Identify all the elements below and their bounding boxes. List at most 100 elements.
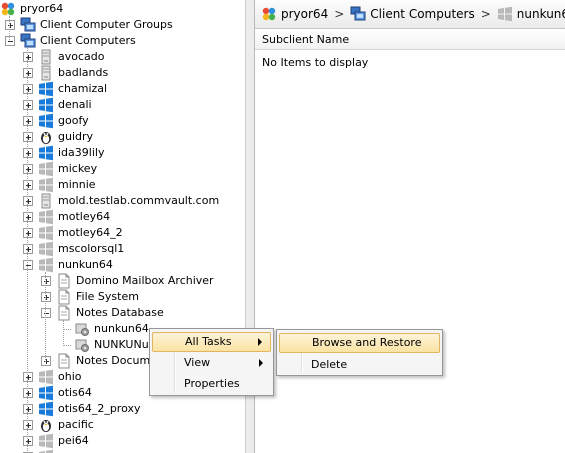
expand-icon[interactable] [23, 388, 33, 398]
tree-item-label: nunkun64 [94, 322, 149, 335]
collapse-icon[interactable] [5, 36, 15, 46]
expand-icon[interactable] [23, 420, 33, 430]
instance-icon [74, 321, 90, 337]
windows-icon [38, 113, 54, 129]
column-header-subclient-name[interactable]: Subclient Name [255, 29, 565, 50]
tree-item[interactable]: otis64_2_proxy [0, 401, 245, 417]
expand-icon[interactable] [23, 68, 33, 78]
menu-item-browse-and-restore[interactable]: Browse and Restore [279, 333, 440, 353]
expand-icon[interactable] [23, 148, 33, 158]
all-tasks-submenu: Browse and Restore Delete [276, 329, 443, 376]
menu-item-properties[interactable]: Properties [152, 374, 271, 394]
breadcrumb-separator: > [334, 7, 345, 21]
tree-item-label: mickey [58, 162, 98, 175]
computer-group-icon [20, 17, 36, 33]
expand-icon[interactable] [41, 356, 51, 366]
expand-icon[interactable] [41, 276, 51, 286]
menu-item-all-tasks[interactable]: All Tasks [152, 332, 271, 352]
breadcrumb-separator: > [480, 7, 491, 21]
windows-gray-icon [38, 257, 54, 273]
windows-icon [38, 97, 54, 113]
tree-item[interactable]: chamizal [0, 81, 245, 97]
tree-item[interactable]: minnie [0, 177, 245, 193]
tree-item[interactable]: Notes Database [0, 305, 245, 321]
tree-item[interactable]: goofy [0, 113, 245, 129]
tree-item[interactable]: nunkun64 [0, 257, 245, 273]
tree-item[interactable]: ida39lily [0, 145, 245, 161]
tree-item-label: ohio [58, 370, 82, 383]
tree-item-label: pei64 [58, 434, 89, 447]
expand-icon[interactable] [23, 132, 33, 142]
tree-item-label: Notes Database [76, 306, 164, 319]
tree-item[interactable]: avocado [0, 49, 245, 65]
expand-icon[interactable] [23, 100, 33, 110]
tree-item-label: goofy [58, 114, 89, 127]
tree-item[interactable]: pryor64 [0, 1, 245, 17]
tree-item[interactable]: pei64 [0, 433, 245, 449]
tree-item[interactable]: badlands [0, 65, 245, 81]
windows-gray-icon [38, 161, 54, 177]
tree-item-label: Client Computers [40, 34, 136, 47]
tree-item[interactable]: Domino Mailbox Archiver [0, 273, 245, 289]
tree-item[interactable] [0, 449, 245, 453]
tree-item-label: ida39lily [58, 146, 105, 159]
windows-gray-icon [38, 449, 54, 453]
tree-item[interactable]: guidry [0, 129, 245, 145]
tree-item-label: denali [58, 98, 92, 111]
menu-item-label: Browse and Restore [312, 336, 422, 349]
breadcrumb: pryor64 > Client Computers > nunkun64> [255, 0, 565, 29]
linux-icon [38, 129, 54, 145]
agent-icon [56, 289, 72, 305]
expand-icon[interactable] [23, 164, 33, 174]
tree-item-label: chamizal [58, 82, 108, 95]
expand-icon[interactable] [23, 404, 33, 414]
expand-icon[interactable] [23, 228, 33, 238]
tree-item-label: avocado [58, 50, 105, 63]
tree-item[interactable]: Client Computer Groups [0, 17, 245, 33]
menu-item-delete[interactable]: Delete [279, 355, 440, 375]
breadcrumb-item[interactable]: pryor64 > [261, 6, 344, 22]
expand-icon[interactable] [23, 116, 33, 126]
expand-icon[interactable] [41, 292, 51, 302]
menu-item-label: Properties [184, 377, 240, 390]
tree-item[interactable]: mold.testlab.commvault.com [0, 193, 245, 209]
server-icon [38, 49, 54, 65]
computer-group-icon [20, 33, 36, 49]
windows-gray-icon [38, 241, 54, 257]
windows-icon [38, 385, 54, 401]
expand-icon[interactable] [23, 180, 33, 190]
agent-icon [56, 305, 72, 321]
tree-item[interactable]: motley64 [0, 209, 245, 225]
tree-item-label: otis64 [58, 386, 92, 399]
tree-item[interactable]: motley64_2 [0, 225, 245, 241]
breadcrumb-item[interactable]: nunkun64> [497, 6, 565, 22]
breadcrumb-label: Client Computers [370, 7, 475, 21]
tree-connector [63, 345, 71, 346]
tree-item[interactable]: pacific [0, 417, 245, 433]
expand-icon[interactable] [23, 436, 33, 446]
expand-icon[interactable] [23, 372, 33, 382]
tree-item-label: Domino Mailbox Archiver [76, 274, 214, 287]
collapse-icon[interactable] [41, 308, 51, 318]
server-icon [38, 193, 54, 209]
expand-icon[interactable] [23, 212, 33, 222]
computer-group-icon [350, 6, 366, 22]
expand-icon[interactable] [23, 244, 33, 254]
tree-item[interactable]: File System [0, 289, 245, 305]
expand-icon[interactable] [23, 196, 33, 206]
menu-item-view[interactable]: View [152, 353, 271, 373]
tree-item[interactable]: Client Computers [0, 33, 245, 49]
tree-item[interactable]: mscolorsql1 [0, 241, 245, 257]
breadcrumb-item[interactable]: Client Computers > [350, 6, 491, 22]
tree-item[interactable]: denali [0, 97, 245, 113]
expand-icon[interactable] [5, 20, 15, 30]
tree-connector [45, 272, 46, 362]
tree-item-label: minnie [58, 178, 96, 191]
tree-item[interactable]: mickey [0, 161, 245, 177]
empty-list-message: No Items to display [262, 56, 369, 69]
collapse-icon[interactable] [23, 260, 33, 270]
tree-item-label: nunkun64 [58, 258, 113, 271]
expand-icon[interactable] [23, 52, 33, 62]
commcell-icon [261, 6, 277, 22]
expand-icon[interactable] [23, 84, 33, 94]
